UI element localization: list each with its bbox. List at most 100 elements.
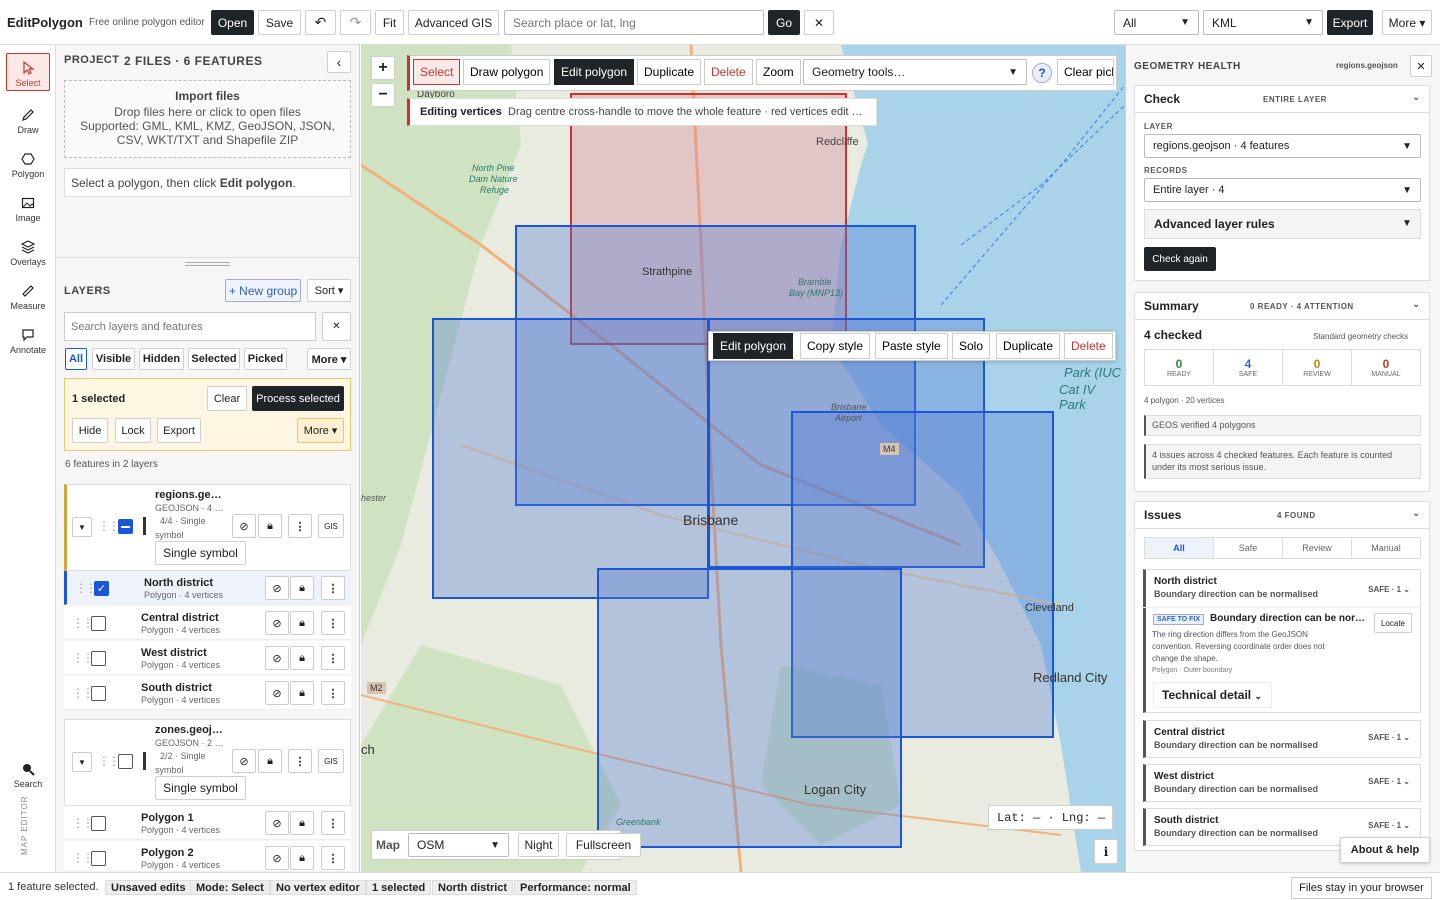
group-lock-button[interactable]: 🔒︎ (258, 749, 282, 773)
health-close-button[interactable]: ✕ (1410, 55, 1432, 77)
fit-button[interactable]: Fit (375, 10, 404, 35)
info-button[interactable]: i (1094, 839, 1118, 864)
row-lock-button[interactable]: 🔒︎ (290, 811, 314, 835)
tool-edit-polygon-button[interactable]: Edit polygon (554, 59, 635, 85)
rail-select[interactable]: Select (6, 53, 50, 91)
drag-handle-icon[interactable]: ⋮⋮ (72, 851, 94, 865)
zoom-out-button[interactable]: − (371, 83, 395, 107)
rail-annotate[interactable]: Annotate (6, 317, 50, 355)
health-records-select[interactable]: Entire layer · 4 ▼ (1144, 178, 1421, 202)
technical-detail-toggle[interactable]: Technical detail ⌄ (1153, 682, 1272, 708)
health-layer-select[interactable]: regions.geojson · 4 features ▼ (1144, 134, 1421, 158)
help-button[interactable]: ? (1032, 63, 1052, 83)
row-checkbox[interactable] (91, 816, 106, 831)
selection-export-button[interactable]: Export (157, 418, 201, 443)
undo-button[interactable]: ↶ (305, 10, 336, 35)
tab-all[interactable]: All (1145, 538, 1214, 558)
clear-search-button[interactable]: ✕ (804, 10, 834, 35)
row-visibility-button[interactable]: ⊘ (265, 811, 289, 835)
row-menu-button[interactable]: ⋮ (321, 681, 345, 705)
ctx-copy-style-button[interactable]: Copy style (800, 333, 871, 359)
map-canvas[interactable]: Dayboro Redcliffe Strathpine Brisbane Cl… (361, 45, 1125, 872)
locate-button[interactable]: Locate (1374, 613, 1412, 633)
rail-overlays[interactable]: Overlays (6, 229, 50, 267)
group-symbol-button[interactable]: Single symbol (155, 776, 246, 800)
format-select[interactable]: KML ▼ (1203, 10, 1323, 35)
go-button[interactable]: Go (768, 10, 800, 35)
row-checkbox[interactable] (91, 686, 106, 701)
basemap-select[interactable]: OSM ▼ (408, 833, 509, 857)
tool-duplicate-button[interactable]: Duplicate (637, 59, 702, 85)
tool-select-button[interactable]: Select (413, 59, 461, 85)
expand-group-button[interactable]: ▼ (72, 517, 92, 537)
rail-image[interactable]: Image (6, 185, 50, 223)
tab-review[interactable]: Review (1283, 538, 1352, 558)
save-button[interactable]: Save (258, 10, 301, 35)
sort-button[interactable]: Sort ▾ (307, 279, 351, 302)
drag-handle-icon[interactable]: ⋮⋮ (72, 686, 94, 700)
more-button[interactable]: More ▾ (1382, 10, 1432, 35)
filter-hidden[interactable]: Hidden (139, 348, 184, 370)
group-checkbox-partial[interactable] (118, 519, 133, 534)
night-button[interactable]: Night (518, 833, 559, 857)
row-lock-button[interactable]: 🔒︎ (290, 846, 314, 870)
group-checkbox[interactable] (118, 754, 133, 769)
selection-more-button[interactable]: More ▾ (297, 418, 344, 443)
row-visibility-button[interactable]: ⊘ (265, 576, 289, 600)
row-checkbox[interactable] (91, 851, 106, 866)
layer-search-input[interactable] (64, 312, 316, 341)
filter-picked[interactable]: Picked (244, 348, 287, 370)
redo-button[interactable]: ↷ (340, 10, 371, 35)
check-again-button[interactable]: Check again (1144, 247, 1216, 271)
fullscreen-button[interactable]: Fullscreen (566, 833, 641, 857)
drag-handle-icon[interactable]: ⋮⋮ (72, 616, 94, 630)
row-checkbox[interactable]: ✓ (94, 581, 109, 596)
row-visibility-button[interactable]: ⊘ (265, 611, 289, 635)
row-lock-button[interactable]: 🔒︎ (290, 681, 314, 705)
row-menu-button[interactable]: ⋮ (321, 611, 345, 635)
process-selected-button[interactable]: Process selected (252, 386, 344, 411)
group-gis-button[interactable]: GIS (318, 749, 344, 773)
ctx-duplicate-button[interactable]: Duplicate (996, 333, 1061, 359)
tool-draw-polygon-button[interactable]: Draw polygon (463, 59, 551, 85)
group-menu-button[interactable]: ⋮ (288, 749, 312, 773)
ctx-solo-button[interactable]: Solo (952, 333, 991, 359)
collapse-panel-button[interactable]: ‹ (327, 51, 351, 73)
clear-pick-button[interactable]: Clear pick (1057, 59, 1114, 85)
row-menu-button[interactable]: ⋮ (321, 846, 345, 870)
geometry-tools-select[interactable]: Geometry tools… ▼ (803, 59, 1027, 85)
filter-all[interactable]: All (65, 348, 87, 370)
group-gis-button[interactable]: GIS (318, 514, 344, 538)
row-lock-button[interactable]: 🔒︎ (290, 611, 314, 635)
issue-west-district[interactable]: West district Boundary direction can be … (1143, 764, 1421, 802)
group-visibility-button[interactable]: ⊘ (232, 514, 256, 538)
search-place-input[interactable] (504, 10, 764, 35)
drag-handle-icon[interactable]: ⋮⋮ (75, 581, 97, 595)
group-symbol-button[interactable]: Single symbol (155, 541, 246, 565)
rail-polygon[interactable]: Polygon (6, 141, 50, 179)
ctx-delete-button[interactable]: Delete (1064, 333, 1113, 359)
group-visibility-button[interactable]: ⊘ (232, 749, 256, 773)
tool-zoom-button[interactable]: Zoom (756, 59, 801, 85)
selection-hide-button[interactable]: Hide (72, 418, 108, 443)
group-lock-button[interactable]: 🔒︎ (258, 514, 282, 538)
layer-search-clear-button[interactable]: ✕ (322, 312, 351, 341)
row-menu-button[interactable]: ⋮ (321, 811, 345, 835)
filter-more[interactable]: More ▾ (307, 348, 351, 370)
row-visibility-button[interactable]: ⊘ (265, 846, 289, 870)
filter-visible[interactable]: Visible (92, 348, 135, 370)
new-group-button[interactable]: + New group (225, 279, 301, 302)
advanced-gis-button[interactable]: Advanced GIS (408, 10, 499, 35)
tab-safe[interactable]: Safe (1214, 538, 1283, 558)
resize-handle[interactable] (185, 262, 230, 266)
drag-handle-icon[interactable]: ⋮⋮ (98, 754, 120, 768)
row-visibility-button[interactable]: ⊘ (265, 681, 289, 705)
row-checkbox[interactable] (91, 651, 106, 666)
zoom-in-button[interactable]: + (371, 56, 395, 80)
drag-handle-icon[interactable]: ⋮⋮ (72, 651, 94, 665)
tab-manual[interactable]: Manual (1352, 538, 1420, 558)
row-menu-button[interactable]: ⋮ (321, 646, 345, 670)
issue-central-district[interactable]: Central district Boundary direction can … (1143, 720, 1421, 758)
expand-group-button[interactable]: ▼ (72, 752, 92, 772)
filter-selected[interactable]: Selected (188, 348, 240, 370)
